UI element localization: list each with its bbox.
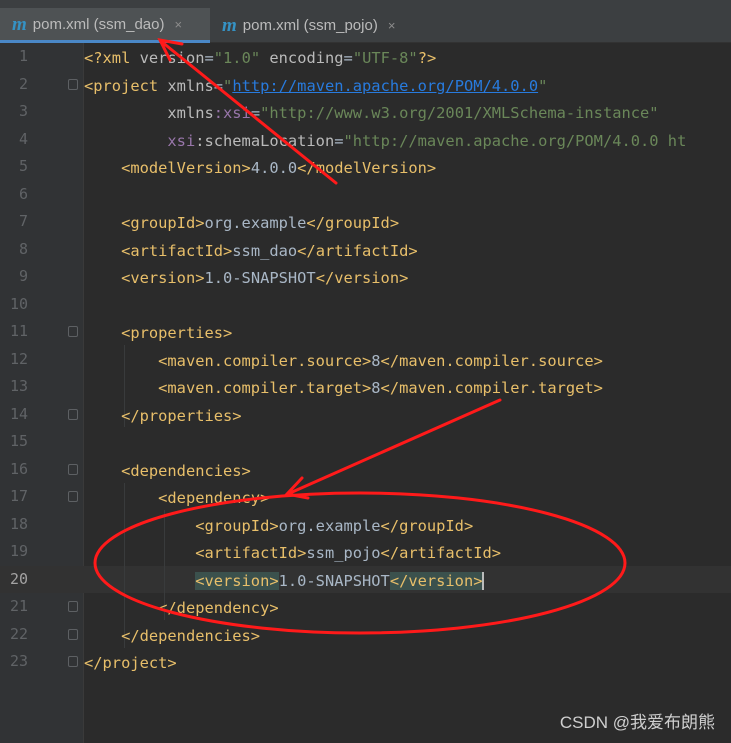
code-line-16: <dependencies>: [121, 461, 251, 480]
code-line-4: xsi:schemaLocation="http://maven.apache.…: [167, 131, 687, 150]
code-line-5: <modelVersion>4.0.0</modelVersion>: [121, 159, 437, 177]
code-line-22: </dependencies>: [121, 626, 261, 645]
line-number: 21: [9, 597, 28, 615]
fold-marker-icon[interactable]: [68, 78, 78, 90]
line-number: 2: [18, 74, 28, 93]
tab-pom-ssm-pojo[interactable]: m pom.xml (ssm_pojo) ×: [210, 8, 418, 43]
maven-icon: m: [222, 15, 237, 36]
fold-marker-icon[interactable]: [68, 628, 78, 640]
code-line-17: <dependency>: [158, 489, 270, 507]
code-line-11: <properties>: [121, 324, 233, 342]
maven-icon: m: [12, 13, 27, 35]
line-number: 3: [18, 102, 28, 120]
code-line-14: </properties>: [121, 406, 242, 425]
code-line-2: <project xmlns="http://maven.apache.org/…: [84, 76, 548, 95]
close-icon[interactable]: ×: [388, 18, 396, 33]
line-number: 16: [9, 459, 28, 478]
fold-marker-icon[interactable]: [68, 463, 78, 475]
code-line-21: </dependency>: [158, 599, 279, 617]
line-number: 1: [18, 47, 28, 65]
code-line-8: <artifactId>ssm_dao</artifactId>: [121, 241, 418, 260]
editor-line[interactable]: 6: [0, 181, 731, 209]
line-number: 13: [9, 377, 28, 395]
line-number: 12: [9, 349, 28, 368]
line-number: 14: [9, 404, 28, 423]
fold-marker-icon[interactable]: [68, 326, 78, 337]
line-number: 19: [9, 542, 28, 560]
code-editor[interactable]: 1 2 3 4 5 6 7 8 9 10 11 12 13 14 15 16 17 18 19 20 21 22 23 <?…: [0, 43, 731, 743]
code-line-20: <version>1.0-SNAPSHOT</version>: [195, 571, 485, 590]
matched-tag-highlight: <version>: [195, 571, 279, 590]
code-line-18: <groupId>org.example</groupId>: [195, 516, 474, 535]
code-line-12: <maven.compiler.source>8</maven.compiler…: [158, 351, 603, 370]
line-number: 5: [18, 157, 28, 175]
line-number: 10: [9, 294, 28, 313]
fold-marker-icon[interactable]: [68, 601, 78, 612]
line-number: 23: [9, 652, 28, 670]
line-number: 22: [9, 624, 28, 643]
tab-label: pom.xml (ssm_pojo): [242, 17, 378, 34]
code-line-13: <maven.compiler.target>8</maven.compiler…: [158, 379, 603, 397]
line-number: 18: [9, 514, 28, 533]
schema-url-link[interactable]: http://maven.apache.org/POM/4.0.0: [232, 77, 538, 95]
editor-line[interactable]: 15: [0, 428, 731, 456]
editor-line[interactable]: 10: [0, 291, 731, 319]
line-number: 8: [18, 239, 28, 258]
fold-marker-icon[interactable]: [68, 491, 78, 502]
code-line-19: <artifactId>ssm_pojo</artifactId>: [195, 544, 502, 562]
fold-marker-icon[interactable]: [68, 408, 78, 420]
tab-label: pom.xml (ssm_dao): [32, 15, 165, 33]
editor-tab-bar: m pom.xml (ssm_dao) × m pom.xml (ssm_poj…: [0, 0, 731, 43]
fold-marker-icon[interactable]: [68, 656, 78, 667]
code-line-3: xmlns:xsi="http://www.w3.org/2001/XMLSch…: [167, 104, 659, 122]
line-number: 4: [18, 129, 28, 148]
code-line-7: <groupId>org.example</groupId>: [121, 214, 400, 232]
code-line-23: </project>: [84, 654, 177, 672]
tab-pom-ssm-dao[interactable]: m pom.xml (ssm_dao) ×: [0, 8, 210, 43]
text-caret: [482, 572, 485, 590]
line-number: 6: [18, 184, 28, 203]
line-number: 15: [9, 432, 28, 450]
close-icon[interactable]: ×: [174, 17, 182, 32]
line-number: 9: [18, 267, 28, 285]
line-number: 20: [9, 569, 28, 588]
line-number: 11: [9, 322, 28, 340]
line-number: 7: [18, 212, 28, 230]
csdn-watermark: CSDN @我爱布朗熊: [559, 713, 715, 732]
code-line-9: <version>1.0-SNAPSHOT</version>: [121, 269, 409, 287]
code-line-1: <?xml version="1.0" encoding="UTF-8"?>: [84, 49, 437, 67]
matched-tag-highlight: </version>: [389, 571, 483, 590]
line-number: 17: [9, 487, 28, 505]
